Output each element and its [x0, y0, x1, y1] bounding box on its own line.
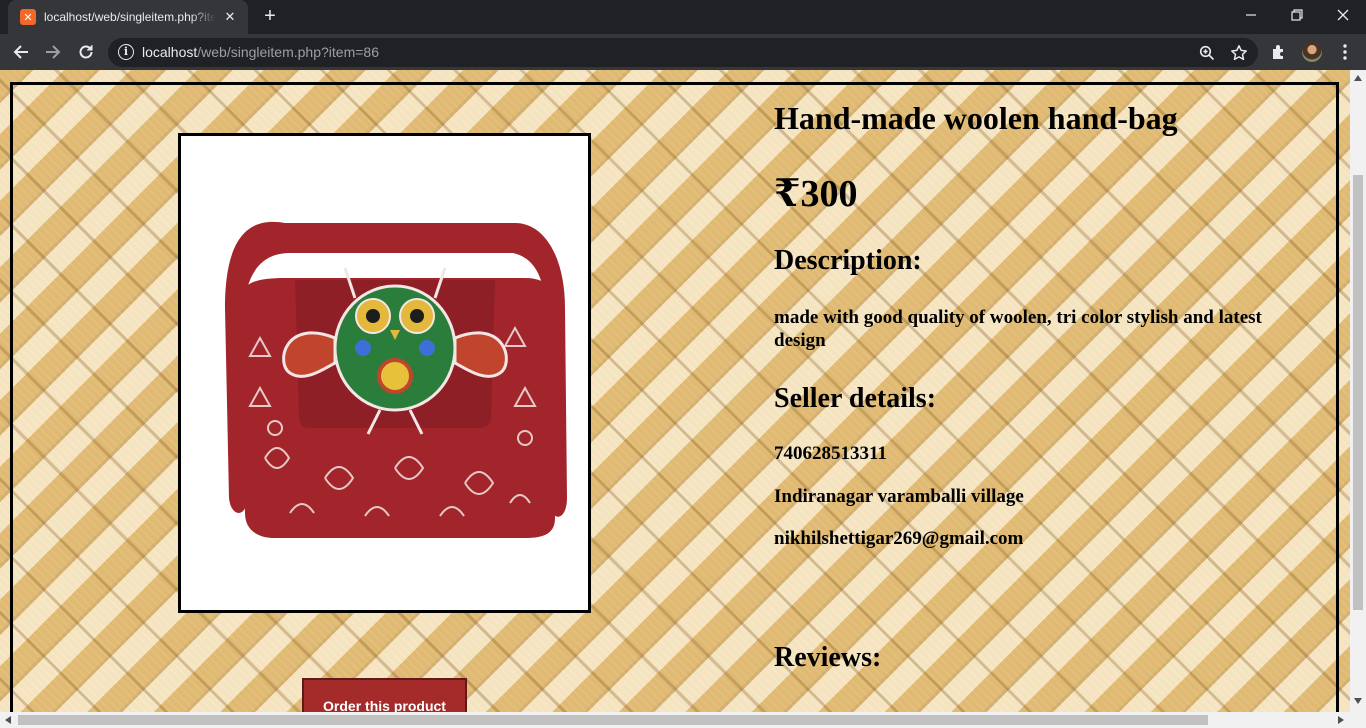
zoom-icon[interactable] [1198, 44, 1216, 62]
reload-button[interactable] [74, 40, 98, 64]
extensions-puzzle-icon [1273, 45, 1283, 59]
product-title: Hand-made woolen hand-bag [774, 100, 1178, 136]
seller-email: nikhilshettigar269@gmail.com [774, 528, 1024, 549]
forward-arrow-icon [46, 45, 61, 59]
url-text[interactable]: localhost/web/singleitem.php?item=86 [142, 44, 379, 60]
reload-icon [79, 45, 93, 59]
restore-icon [1291, 9, 1303, 21]
page-viewport: Order this product Hand-made woolen hand… [0, 70, 1350, 712]
minimize-icon [1246, 14, 1256, 16]
seller-heading: Seller details: [774, 383, 937, 414]
description-text: made with good quality of woolen, tri co… [774, 307, 1262, 351]
info-icon[interactable]: i [118, 44, 134, 60]
browser-tab[interactable]: ✕ localhost/web/singleitem.php?item=86 ✕ [8, 0, 248, 34]
vertical-scroll-thumb[interactable] [1353, 175, 1363, 610]
menu-button[interactable] [1333, 40, 1357, 64]
reviews-heading: Reviews: [774, 642, 882, 673]
product-price: ₹300 [774, 173, 858, 215]
browser-toolbar: i localhost/web/singleitem.php?item=86 [0, 34, 1366, 70]
order-product-button[interactable]: Order this product [302, 678, 467, 712]
description-heading: Description: [774, 245, 922, 276]
tab-title: localhost/web/singleitem.php?item=86 [44, 10, 216, 24]
back-arrow-icon [13, 45, 28, 59]
tab-close-icon[interactable]: ✕ [222, 9, 238, 25]
bookmark-star-icon[interactable] [1230, 44, 1248, 62]
new-tab-button[interactable]: + [258, 5, 282, 29]
product-image [178, 133, 591, 613]
scroll-down-arrow-icon[interactable] [1354, 698, 1362, 704]
url-path: /web/singleitem.php?item=86 [197, 44, 379, 60]
menu-dots-icon [1343, 44, 1347, 60]
handbag-image [224, 221, 567, 538]
address-bar[interactable]: i localhost/web/singleitem.php?item=86 [108, 38, 1258, 67]
forward-button[interactable] [41, 40, 65, 64]
horizontal-scroll-thumb[interactable] [18, 715, 1208, 725]
close-window-button[interactable] [1320, 0, 1366, 30]
horizontal-scrollbar[interactable] [0, 712, 1366, 728]
seller-address: Indiranagar varamballi village [774, 486, 1024, 507]
extensions-button[interactable] [1267, 40, 1291, 64]
vertical-scrollbar[interactable] [1350, 70, 1366, 712]
url-host: localhost [142, 44, 198, 60]
seller-phone: 740628513311 [774, 443, 887, 464]
tab-strip: ✕ localhost/web/singleitem.php?item=86 ✕… [0, 0, 1366, 34]
scroll-up-arrow-icon[interactable] [1354, 75, 1362, 81]
close-icon [1337, 9, 1349, 21]
scroll-left-arrow-icon[interactable] [5, 716, 11, 724]
minimize-button[interactable] [1228, 0, 1274, 30]
profile-avatar[interactable] [1302, 42, 1322, 62]
xampp-favicon-icon: ✕ [20, 9, 36, 25]
restore-button[interactable] [1274, 0, 1320, 30]
scroll-right-arrow-icon[interactable] [1338, 716, 1344, 724]
back-button[interactable] [9, 40, 33, 64]
